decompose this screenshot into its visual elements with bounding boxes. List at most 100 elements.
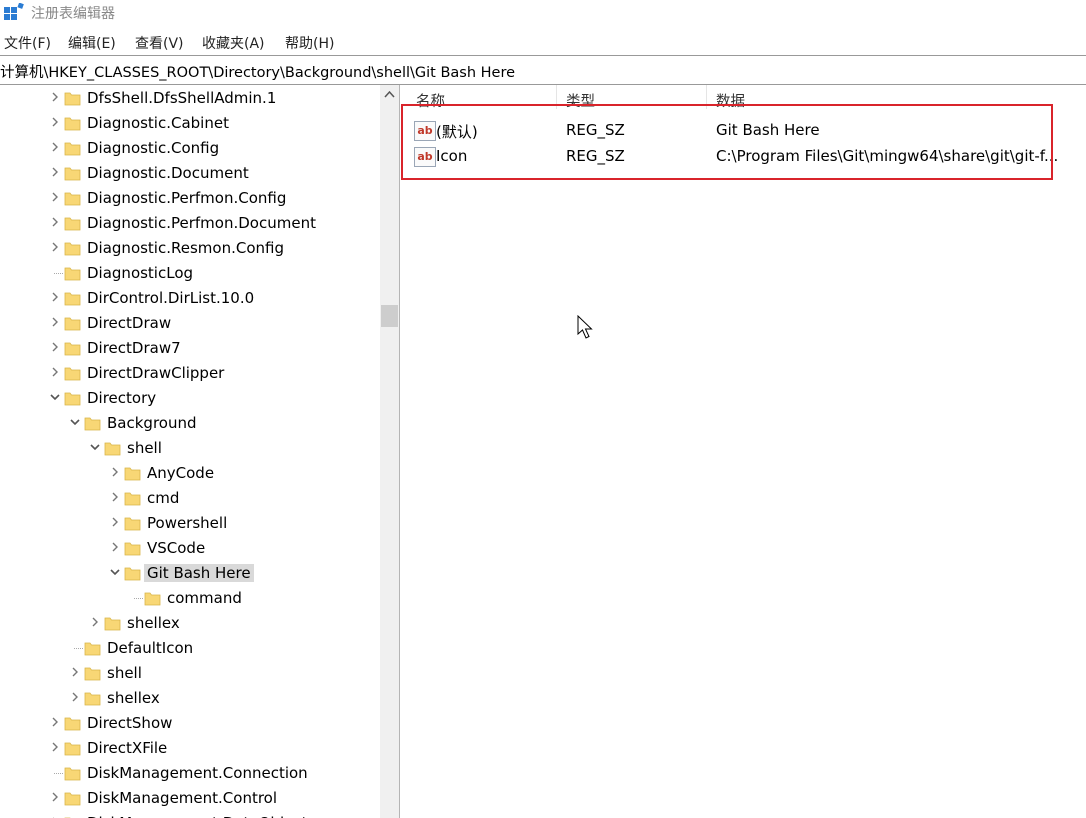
tree-node-label[interactable]: shell xyxy=(124,439,165,457)
tree-node[interactable]: cmd xyxy=(0,486,380,511)
tree-node-label[interactable]: VSCode xyxy=(144,539,208,557)
tree-node[interactable]: DirControl.DirList.10.0 xyxy=(0,286,380,311)
tree-node-label[interactable]: DirControl.DirList.10.0 xyxy=(84,289,257,307)
chevron-right-icon[interactable] xyxy=(48,290,62,304)
tree-node-label[interactable]: cmd xyxy=(144,489,182,507)
chevron-right-icon[interactable] xyxy=(88,615,102,629)
tree-node[interactable]: shellex xyxy=(0,611,380,636)
tree-node[interactable]: Diagnostic.Resmon.Config xyxy=(0,236,380,261)
chevron-right-icon[interactable] xyxy=(108,515,122,529)
tree-node[interactable]: DirectDraw7 xyxy=(0,336,380,361)
chevron-right-icon[interactable] xyxy=(48,140,62,154)
folder-icon xyxy=(124,490,141,507)
tree-node-label[interactable]: AnyCode xyxy=(144,464,217,482)
tree-node[interactable]: DirectDrawClipper xyxy=(0,361,380,386)
chevron-right-icon[interactable] xyxy=(48,740,62,754)
tree-node-label[interactable]: DfsShell.DfsShellAdmin.1 xyxy=(84,89,279,107)
tree-node-label[interactable]: DiskManagement.Control xyxy=(84,789,280,807)
scroll-up-icon[interactable] xyxy=(380,85,399,105)
chevron-right-icon[interactable] xyxy=(48,115,62,129)
tree-node-label[interactable]: shellex xyxy=(104,689,163,707)
chevron-right-icon[interactable] xyxy=(48,190,62,204)
chevron-right-icon[interactable] xyxy=(48,90,62,104)
chevron-right-icon[interactable] xyxy=(48,215,62,229)
chevron-right-icon[interactable] xyxy=(108,540,122,554)
tree-node-label[interactable]: Diagnostic.Cabinet xyxy=(84,114,232,132)
pane-splitter[interactable] xyxy=(399,85,408,818)
tree-node[interactable]: Diagnostic.Perfmon.Config xyxy=(0,186,380,211)
tree-node[interactable]: AnyCode xyxy=(0,461,380,486)
tree-node-label[interactable]: DirectDrawClipper xyxy=(84,364,227,382)
tree-node-label[interactable]: Git Bash Here xyxy=(144,564,254,582)
chevron-right-icon[interactable] xyxy=(48,340,62,354)
tree-node-label[interactable]: Diagnostic.Resmon.Config xyxy=(84,239,287,257)
tree-node[interactable]: DfsShell.DfsShellAdmin.1 xyxy=(0,86,380,111)
chevron-down-icon[interactable] xyxy=(88,440,102,454)
menu-view[interactable]: 查看(V) xyxy=(135,33,184,53)
tree-node-label[interactable]: DiskManagement.Connection xyxy=(84,764,311,782)
tree-node[interactable]: VSCode xyxy=(0,536,380,561)
tree-node[interactable]: Directory xyxy=(0,386,380,411)
tree-node[interactable]: Diagnostic.Document xyxy=(0,161,380,186)
chevron-right-icon[interactable] xyxy=(48,315,62,329)
tree-node-label[interactable]: Diagnostic.Perfmon.Document xyxy=(84,214,319,232)
tree-node-label[interactable]: DiskManagement.DataObject xyxy=(84,814,310,818)
menu-file[interactable]: 文件(F) xyxy=(4,33,51,53)
chevron-right-icon[interactable] xyxy=(68,690,82,704)
tree-node[interactable]: Diagnostic.Perfmon.Document xyxy=(0,211,380,236)
menu-help[interactable]: 帮助(H) xyxy=(285,33,334,53)
tree-node-label[interactable]: shell xyxy=(104,664,145,682)
scroll-thumb[interactable] xyxy=(381,305,398,327)
tree-node-label[interactable]: shellex xyxy=(124,614,183,632)
tree-node[interactable]: DirectShow xyxy=(0,711,380,736)
tree-node-label[interactable]: Background xyxy=(104,414,200,432)
tree-node[interactable]: command xyxy=(0,586,380,611)
tree-node-label[interactable]: DiagnosticLog xyxy=(84,264,196,282)
tree-node[interactable]: Diagnostic.Config xyxy=(0,136,380,161)
chevron-right-icon[interactable] xyxy=(108,490,122,504)
tree-node-label[interactable]: command xyxy=(164,589,245,607)
folder-icon xyxy=(144,590,161,607)
chevron-right-icon[interactable] xyxy=(48,165,62,179)
tree-node[interactable]: shell xyxy=(0,661,380,686)
chevron-down-icon[interactable] xyxy=(108,565,122,579)
menu-edit[interactable]: 编辑(E) xyxy=(68,33,116,53)
tree-node[interactable]: shellex xyxy=(0,686,380,711)
tree-node[interactable]: shell xyxy=(0,436,380,461)
tree-node[interactable]: DiagnosticLog xyxy=(0,261,380,286)
tree-node-label[interactable]: Diagnostic.Perfmon.Config xyxy=(84,189,289,207)
address-path[interactable]: 计算机\HKEY_CLASSES_ROOT\Directory\Backgrou… xyxy=(0,61,515,82)
tree-node[interactable]: DiskManagement.DataObject xyxy=(0,811,380,818)
tree-node-label[interactable]: DirectDraw7 xyxy=(84,339,184,357)
chevron-right-icon[interactable] xyxy=(108,465,122,479)
tree-scrollbar[interactable] xyxy=(380,85,399,818)
tree-node[interactable]: Powershell xyxy=(0,511,380,536)
tree-node[interactable]: DirectDraw xyxy=(0,311,380,336)
chevron-right-icon[interactable] xyxy=(48,240,62,254)
tree-node-label[interactable]: Powershell xyxy=(144,514,230,532)
tree-node[interactable]: Background xyxy=(0,411,380,436)
tree-node-label[interactable]: Diagnostic.Config xyxy=(84,139,222,157)
tree-node[interactable]: DefaultIcon xyxy=(0,636,380,661)
chevron-right-icon[interactable] xyxy=(48,365,62,379)
tree-node[interactable]: Diagnostic.Cabinet xyxy=(0,111,380,136)
address-bar[interactable]: 计算机\HKEY_CLASSES_ROOT\Directory\Backgrou… xyxy=(0,55,1086,85)
tree-node-label[interactable]: DefaultIcon xyxy=(104,639,196,657)
tree-node[interactable]: DirectXFile xyxy=(0,736,380,761)
tree-node-label[interactable]: Directory xyxy=(84,389,159,407)
chevron-right-icon[interactable] xyxy=(48,715,62,729)
tree-node[interactable]: DiskManagement.Connection xyxy=(0,761,380,786)
chevron-down-icon[interactable] xyxy=(48,390,62,404)
chevron-right-icon[interactable] xyxy=(68,665,82,679)
folder-icon xyxy=(64,765,81,782)
tree-node-label[interactable]: DirectXFile xyxy=(84,739,170,757)
chevron-right-icon[interactable] xyxy=(48,790,62,804)
tree-node-label[interactable]: DirectDraw xyxy=(84,314,174,332)
tree-node[interactable]: Git Bash Here xyxy=(0,561,380,586)
tree-node-label[interactable]: Diagnostic.Document xyxy=(84,164,252,182)
tree-node[interactable]: DiskManagement.Control xyxy=(0,786,380,811)
key-tree[interactable]: DfsShell.DfsShellAdmin.1 Diagnostic.Cabin… xyxy=(0,85,380,818)
menu-favorites[interactable]: 收藏夹(A) xyxy=(202,33,265,53)
chevron-down-icon[interactable] xyxy=(68,415,82,429)
tree-node-label[interactable]: DirectShow xyxy=(84,714,175,732)
